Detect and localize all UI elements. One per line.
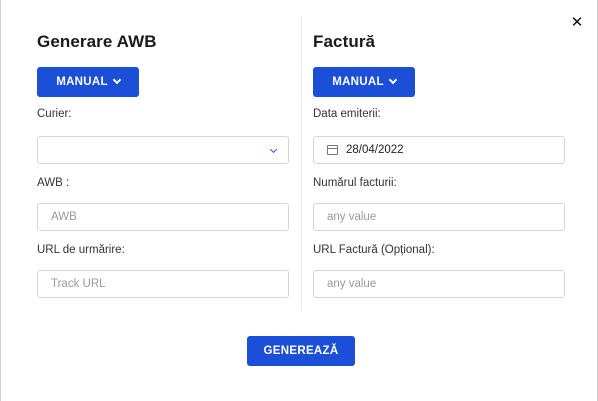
close-icon[interactable]: ✕ <box>569 14 585 30</box>
awb-field[interactable] <box>37 203 289 231</box>
invoice-url-field[interactable] <box>313 270 565 298</box>
issue-date-label: Data emiterii: <box>313 108 381 120</box>
invoice-section-title: Factură <box>313 32 376 51</box>
issue-date-picker[interactable]: 28/04/2022 <box>313 136 565 164</box>
invoice-url-label: URL Factură (Opțional): <box>313 244 435 256</box>
tracking-url-label: URL de urmărire: <box>37 244 125 256</box>
awb-input[interactable] <box>51 204 275 230</box>
column-divider <box>301 16 302 311</box>
courier-label: Curier: <box>37 108 72 120</box>
invoice-mode-dropdown-button[interactable]: MANUAL <box>313 67 415 97</box>
invoice-number-input[interactable] <box>327 204 551 230</box>
awb-mode-label: MANUAL <box>56 76 108 88</box>
invoice-number-label: Numărul facturii: <box>313 177 397 189</box>
courier-select[interactable] <box>37 136 289 164</box>
chevron-down-icon <box>388 75 398 85</box>
chevron-down-icon <box>112 75 122 85</box>
awb-section-title: Generare AWB <box>37 32 157 51</box>
tracking-url-field[interactable] <box>37 270 289 298</box>
generate-button[interactable]: GENEREAZĂ <box>247 336 355 366</box>
invoice-mode-label: MANUAL <box>332 76 384 88</box>
invoice-url-input[interactable] <box>327 271 551 297</box>
generate-awb-dialog: ✕ Generare AWB MANUAL Curier: AWB : URL … <box>0 0 598 401</box>
calendar-icon <box>327 145 338 155</box>
awb-label: AWB : <box>37 177 70 189</box>
issue-date-value: 28/04/2022 <box>346 144 404 156</box>
awb-mode-dropdown-button[interactable]: MANUAL <box>37 67 139 97</box>
chevron-down-icon <box>269 145 278 154</box>
invoice-number-field[interactable] <box>313 203 565 231</box>
tracking-url-input[interactable] <box>51 271 275 297</box>
